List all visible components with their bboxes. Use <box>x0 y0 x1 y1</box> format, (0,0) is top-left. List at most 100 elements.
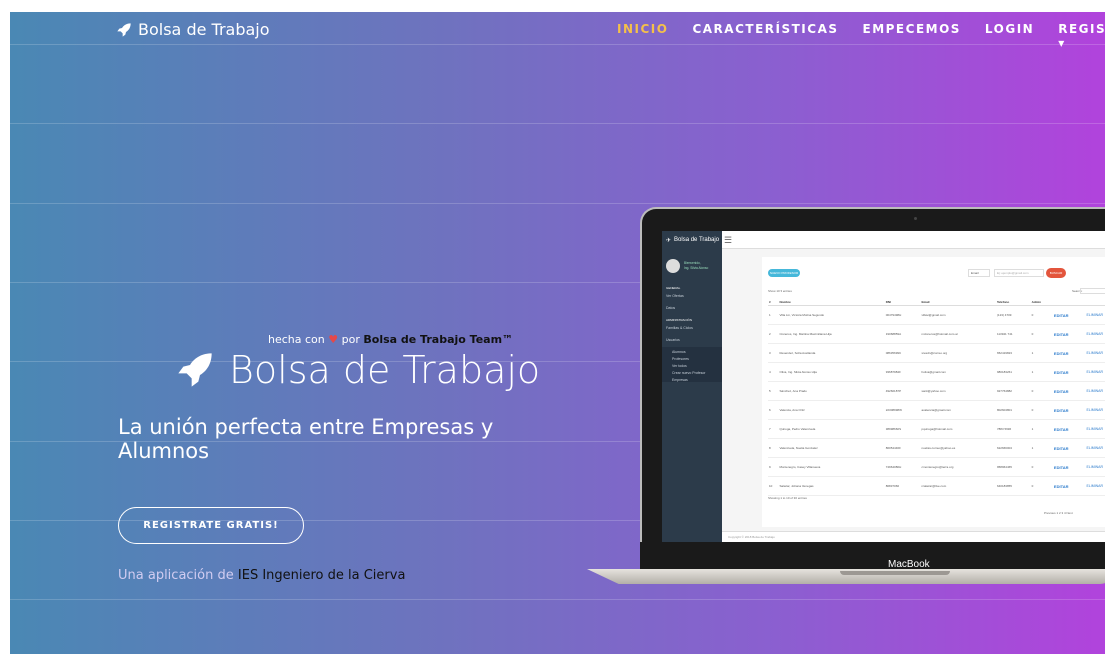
table-cell: Villa Lin, Victoria Molina Segundo <box>778 305 885 325</box>
table-cell: 86837066 <box>884 476 921 496</box>
user-panel: Bienvenido, Ing. Silvia Alonso <box>662 249 722 283</box>
table-cell: 38998660S <box>884 419 921 439</box>
hero-tagline: La unión perfecta entre Empresas y Alumn… <box>118 415 494 463</box>
delete-link[interactable]: ELIMINAR <box>1085 343 1105 363</box>
sidebar-item[interactable]: Profesores <box>662 354 722 361</box>
edit-link[interactable]: EDITAR <box>1052 419 1086 439</box>
rocket-icon <box>117 22 131 37</box>
table-row: 3 Resendez, Sofia Avellanda 08635699K sresd… <box>768 343 1105 363</box>
edit-link[interactable]: EDITAR <box>1052 400 1086 420</box>
table-row: 2 Cisneros, Ing. Martina Maximiliana Hija… <box>768 324 1105 344</box>
entries-info: Showing 1 to 10 of 30 entries <box>768 496 807 500</box>
delete-link[interactable]: ELIMINAR <box>1085 400 1105 420</box>
table-cell: 1 <box>1030 419 1053 439</box>
table-cell: 9 <box>768 457 779 477</box>
table-cell: 1 <box>1030 362 1053 382</box>
nav-item-inicio[interactable]: INICIO <box>617 22 668 50</box>
table-cell: (123) 4709 <box>995 305 1031 325</box>
admin-sidebar: ✈ Bolsa de Trabajo Bienvenido, Ing. Silvia… <box>662 231 722 542</box>
delete-link[interactable]: ELIMINAR <box>1085 457 1105 477</box>
laptop-screen: ✈ Bolsa de Trabajo Bienvenido, Ing. Silvia… <box>662 231 1105 542</box>
edit-link[interactable]: EDITAR <box>1052 381 1086 401</box>
table-cell: 0 <box>1030 305 1053 325</box>
edit-link[interactable]: EDITAR <box>1052 438 1086 458</box>
rocket-icon: ✈ <box>666 237 672 244</box>
table-cell: 00479498H <box>884 305 921 325</box>
heart-icon: ♥ <box>328 333 339 346</box>
table-search-input[interactable] <box>1080 288 1105 294</box>
team-name: Bolsa de Trabajo Team™ <box>363 333 514 346</box>
nav-item-empecemos[interactable]: EMPECEMOS <box>863 22 961 50</box>
pagination[interactable]: Previous 1 2 3 4 Next <box>1044 511 1073 515</box>
sidebar-item[interactable]: Empresas <box>662 375 722 382</box>
sidebar-item[interactable]: Crear nuevo Profesor <box>662 368 722 375</box>
sidebar-item[interactable]: Alumnos <box>662 347 722 354</box>
table-cell: santi@yahoo.com <box>920 381 996 401</box>
delete-link[interactable]: ELIMINAR <box>1085 362 1105 382</box>
content-panel: NUEVO PROFESOR Email Ej: ejemplo@gmail.c… <box>762 257 1105 527</box>
laptop-notch <box>840 571 950 575</box>
delete-link[interactable]: ELIMINAR <box>1085 381 1105 401</box>
table-cell: sresdn@correo.org <box>920 343 996 363</box>
table-cell: 1 <box>768 305 779 325</box>
table-cell: 7 <box>768 419 779 439</box>
divider <box>10 203 1105 204</box>
edit-link[interactable]: EDITAR <box>1052 324 1086 344</box>
table-row: 8 Valenzuela, Noelia Gonzalez 86054446F noe… <box>768 438 1105 458</box>
table-cell: 10 <box>768 476 779 496</box>
table-cell: 5 <box>768 381 779 401</box>
admin-brand-label: Bolsa de Trabajo <box>674 237 720 243</box>
delete-link[interactable]: ELIMINAR <box>1085 324 1105 344</box>
table-cell: 1 <box>1030 343 1053 363</box>
table-cell: 0 <box>1030 476 1053 496</box>
admin-footer: Copyright © 2018 Bolsa de Trabajo <box>722 531 1105 542</box>
table-cell: 0 <box>1030 457 1053 477</box>
edit-link[interactable]: EDITAR <box>1052 305 1086 325</box>
hamburger-icon[interactable]: ☰ <box>724 235 732 246</box>
entries-select[interactable]: Show 10 ▾ entries <box>768 289 792 293</box>
table-cell: avalencia@gmail.com <box>920 400 996 420</box>
laptop-mockup: ✈ Bolsa de Trabajo Bienvenido, Ing. Silvia… <box>640 207 1105 547</box>
table-cell: 0 <box>1030 324 1053 344</box>
register-free-button[interactable]: REGISTRATE GRATIS! <box>118 507 304 544</box>
table-row: 10 Salazar, Johana Venegas 86837066 rcalaza… <box>768 476 1105 496</box>
sidebar-item[interactable]: Datos <box>662 303 722 315</box>
table-cell: 8 <box>768 438 779 458</box>
table-row: 1 Villa Lin, Victoria Molina Segundo 00479… <box>768 305 1105 325</box>
professors-table: # Nombre DNI Email Teléfono Admin 1 Villa Lin,… <box>768 299 1105 496</box>
edit-link[interactable]: EDITAR <box>1052 457 1086 477</box>
nav-item-caracteristicas[interactable]: CARACTERÍSTICAS <box>692 22 838 50</box>
user-info: Bienvenido, Ing. Silvia Alonso <box>684 261 708 271</box>
new-professor-button[interactable]: NUEVO PROFESOR <box>768 269 800 277</box>
user-name: Ing. Silvia Alonso <box>684 266 709 270</box>
search-input[interactable]: Ej: ejemplo@gmail.com <box>994 269 1044 277</box>
sidebar-item[interactable]: Usuarios <box>662 335 722 347</box>
nav-item-registro[interactable]: REGISTRO ▾ <box>1058 22 1105 50</box>
table-cell: 22308998W <box>884 400 921 420</box>
table-cell: 927764882 <box>995 381 1031 401</box>
table-cell: 2 <box>768 324 779 344</box>
edit-link[interactable]: EDITAR <box>1052 362 1086 382</box>
sidebar-heading: ADMINISTRACIÓN <box>666 318 693 322</box>
table-cell: 1 <box>1030 438 1053 458</box>
sidebar-item[interactable]: Familias & Ciclos <box>662 323 722 335</box>
delete-link[interactable]: ELIMINAR <box>1085 305 1105 325</box>
edit-link[interactable]: EDITAR <box>1052 343 1086 363</box>
table-cell: rcalazar@live.com <box>920 476 996 496</box>
search-button[interactable]: BUSCAR <box>1046 268 1066 278</box>
sidebar-item[interactable]: Ver todos <box>662 361 722 368</box>
sidebar-item[interactable]: Ver Ofertas <box>662 291 722 303</box>
table-cell: Sánchez, Ana Prado <box>778 381 885 401</box>
filter-select[interactable]: Email <box>968 269 990 277</box>
brand-link[interactable]: Bolsa de Trabajo <box>116 20 270 39</box>
table-cell: 622666004 <box>995 438 1031 458</box>
table-cell: 0 <box>1030 381 1053 401</box>
made-by: por <box>341 333 360 346</box>
delete-link[interactable]: ELIMINAR <box>1085 419 1105 439</box>
edit-link[interactable]: EDITAR <box>1052 476 1086 496</box>
delete-link[interactable]: ELIMINAR <box>1085 476 1105 496</box>
table-cell: 08635699K <box>884 343 921 363</box>
nav-item-login[interactable]: LOGIN <box>985 22 1034 50</box>
table-cell: Valencia, Ana Ortiz <box>778 400 885 420</box>
delete-link[interactable]: ELIMINAR <box>1085 438 1105 458</box>
